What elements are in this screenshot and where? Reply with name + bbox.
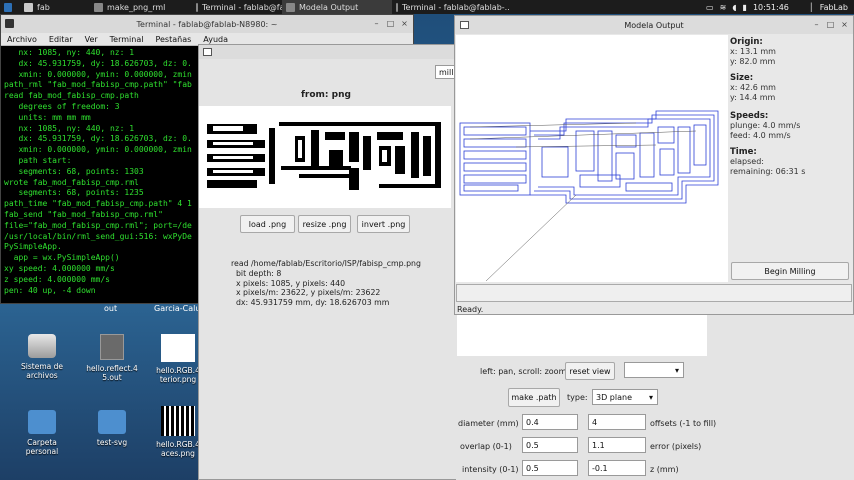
user-name[interactable]: FabLab xyxy=(820,3,848,12)
from-label: from: png xyxy=(301,90,351,100)
partial-label: out xyxy=(104,304,118,313)
path-preview[interactable] xyxy=(457,314,707,356)
window-icon xyxy=(94,2,103,12)
system-tray: ▭ ≋ ◖ ▮ 10:51:46 │ FabLab xyxy=(706,0,854,14)
terminal-titlebar[interactable]: Terminal - fablab@fablab-N8980: ~ – □ × xyxy=(1,15,413,33)
pcb-image xyxy=(205,122,445,190)
size-info: Size: x: 42.6 mm y: 14.4 mm xyxy=(730,73,776,102)
load-png-button[interactable]: load .png xyxy=(240,215,295,233)
offsets-label: offsets (-1 to fill) xyxy=(650,419,717,428)
minimize-icon[interactable]: – xyxy=(812,20,821,29)
type-select[interactable]: 3D plane ▾ xyxy=(592,389,658,405)
z-label: z (mm) xyxy=(650,465,679,474)
desktop-icon-reflect-out[interactable]: hello.reflect.4 5.out xyxy=(84,334,140,382)
error-input[interactable]: 1.1 xyxy=(588,437,646,453)
status-text: Ready. xyxy=(457,305,484,314)
task-make-png-rml[interactable]: make_png_rml xyxy=(90,0,192,14)
error-label: error (pixels) xyxy=(650,442,702,451)
menu-ver[interactable]: Ver xyxy=(85,35,98,44)
partial-label: Garcia-Calu xyxy=(154,304,201,313)
menu-archivo[interactable]: Archivo xyxy=(7,35,37,44)
diameter-label: diameter (mm) xyxy=(458,419,519,428)
folder-icon[interactable]: ▭ xyxy=(706,3,714,12)
diameter-input[interactable]: 0.4 xyxy=(522,414,578,430)
speeds-info: Speeds: plunge: 4.0 mm/s feed: 4.0 mm/s xyxy=(730,111,801,140)
view-select[interactable]: ▾ xyxy=(624,362,684,378)
intensity-input[interactable]: 0.5 xyxy=(522,460,578,476)
resize-png-button[interactable]: resize .png xyxy=(298,215,351,233)
type-label: type: xyxy=(567,393,588,402)
close-icon[interactable]: × xyxy=(400,19,409,28)
menu-editar[interactable]: Editar xyxy=(49,35,73,44)
terminal-icon xyxy=(396,2,398,12)
minimize-icon[interactable]: – xyxy=(372,19,381,28)
task-terminal-1[interactable]: Terminal - fablab@fabl... xyxy=(192,0,282,14)
overlap-input[interactable]: 0.5 xyxy=(522,437,578,453)
png-preview xyxy=(199,106,451,208)
desktop-icon-test-svg[interactable]: test-svg xyxy=(84,410,140,447)
origin-info: Origin: x: 13.1 mm y: 82.0 mm xyxy=(730,37,776,66)
pan-hint: left: pan, scroll: zoom xyxy=(480,367,567,376)
drive-icon xyxy=(28,334,56,358)
clock[interactable]: 10:51:46 xyxy=(753,3,789,12)
rml-titlebar[interactable] xyxy=(199,45,457,59)
desktop-icon-filesystem[interactable]: Sistema de archivos xyxy=(14,334,70,380)
menu-pestanas[interactable]: Pestañas xyxy=(155,35,191,44)
progress-bar xyxy=(456,284,852,302)
task-fab[interactable]: fab xyxy=(20,0,90,14)
folder-icon xyxy=(24,2,33,12)
path-controls: left: pan, scroll: zoom reset view ▾ mak… xyxy=(456,300,854,480)
chevron-down-icon: ▾ xyxy=(648,392,653,402)
folder-icon xyxy=(98,410,126,434)
intensity-label: intensity (0-1) xyxy=(462,465,519,474)
png-info: read /home/fablab/Escritorio/ISP/fabisp_… xyxy=(231,259,421,308)
menu-icon xyxy=(4,2,12,12)
taskbar: fab make_png_rml Terminal - fablab@fabl.… xyxy=(0,0,854,14)
make-png-rml-window[interactable]: mill t from: png xyxy=(198,44,458,480)
chevron-down-icon: ▾ xyxy=(674,365,679,375)
modela-titlebar[interactable]: Modela Output – □ × xyxy=(455,16,853,34)
close-icon[interactable]: × xyxy=(840,20,849,29)
make-path-button[interactable]: make .path xyxy=(508,388,560,407)
z-input[interactable]: -0.1 xyxy=(588,460,646,476)
image-thumbnail-icon xyxy=(161,406,195,436)
reset-view-button[interactable]: reset view xyxy=(565,362,615,380)
image-thumbnail-icon xyxy=(161,334,195,362)
task-terminal-2[interactable]: Terminal - fablab@fablab-... xyxy=(392,0,510,14)
separator: │ xyxy=(808,2,814,12)
apps-menu-button[interactable] xyxy=(0,0,20,14)
toolpath-canvas[interactable] xyxy=(456,35,728,282)
task-modela-output[interactable]: Modela Output xyxy=(282,0,392,14)
terminal-icon xyxy=(5,19,14,28)
window-icon xyxy=(286,2,295,12)
toolpath-drawing xyxy=(459,110,719,282)
time-info: Time: elapsed: remaining: 06:31 s xyxy=(730,147,806,176)
begin-milling-button[interactable]: Begin Milling xyxy=(731,262,849,280)
overlap-label: overlap (0-1) xyxy=(460,442,512,451)
maximize-icon[interactable]: □ xyxy=(386,19,395,28)
wifi-icon[interactable]: ≋ xyxy=(720,3,727,12)
terminal-icon xyxy=(196,2,198,12)
battery-icon[interactable]: ▮ xyxy=(743,3,747,12)
invert-png-button[interactable]: invert .png xyxy=(357,215,410,233)
window-icon xyxy=(460,21,469,29)
desktop-icon-home[interactable]: Carpeta personal xyxy=(14,410,70,456)
menu-terminal[interactable]: Terminal xyxy=(110,35,144,44)
home-folder-icon xyxy=(28,410,56,434)
offsets-input[interactable]: 4 xyxy=(588,414,646,430)
menu-ayuda[interactable]: Ayuda xyxy=(203,35,228,44)
file-icon xyxy=(100,334,124,360)
window-icon xyxy=(203,48,212,56)
volume-icon[interactable]: ◖ xyxy=(732,3,736,12)
maximize-icon[interactable]: □ xyxy=(826,20,835,29)
